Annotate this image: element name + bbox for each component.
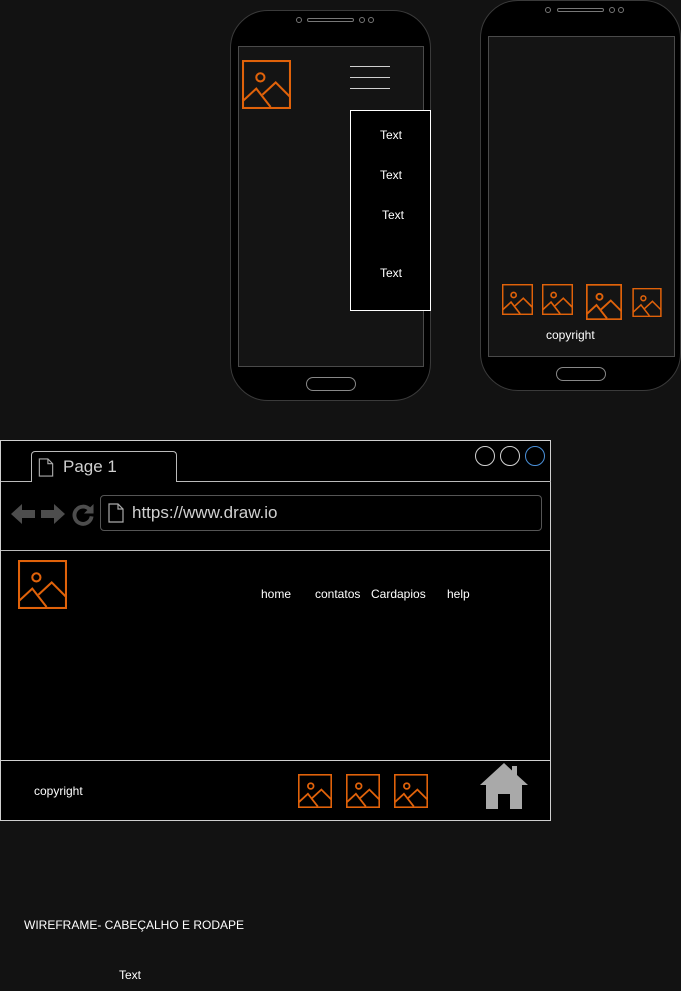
phone-sensor	[359, 17, 365, 23]
nav-link-contatos[interactable]: contatos	[315, 587, 360, 601]
footer-copyright: copyright	[34, 784, 83, 798]
page-icon	[38, 458, 54, 477]
toolbar-divider	[1, 550, 550, 551]
address-bar[interactable]: https://www.draw.io	[100, 495, 542, 531]
forward-arrow-icon[interactable]	[40, 503, 65, 525]
phone-speaker	[307, 18, 354, 22]
phone-camera	[545, 7, 551, 13]
back-arrow-icon[interactable]	[11, 503, 36, 525]
url-text: https://www.draw.io	[132, 503, 278, 522]
nav-link-cardapios[interactable]: Cardapios	[371, 587, 426, 601]
image-icon	[502, 284, 533, 315]
tab-page-1[interactable]: Page 1	[31, 451, 177, 482]
image-icon	[394, 774, 428, 808]
wireframe-title: WIREFRAME- CABEÇALHO E RODAPE	[24, 918, 245, 932]
window-close-button[interactable]	[525, 446, 545, 466]
phone-sensor-2	[618, 7, 624, 13]
image-icon	[242, 60, 291, 109]
mobile-copyright: copyright	[546, 328, 595, 342]
window-maximize-button[interactable]	[500, 446, 520, 466]
home-icon[interactable]	[479, 760, 529, 810]
browser-window: Page 1 https://www.draw.io home contatos…	[0, 440, 551, 821]
window-minimize-button[interactable]	[475, 446, 495, 466]
menu-item[interactable]: Text	[380, 128, 402, 142]
phone-speaker	[557, 8, 604, 12]
phone-camera	[296, 17, 302, 23]
image-icon	[18, 560, 67, 609]
mobile-dropdown-menu: Text Text Text Text	[350, 110, 431, 311]
hamburger-menu-icon[interactable]	[350, 66, 390, 99]
refresh-icon[interactable]	[71, 503, 95, 526]
image-icon	[346, 774, 380, 808]
menu-item[interactable]: Text	[382, 208, 404, 222]
phone-sensor-2	[368, 17, 374, 23]
tab-bar-divider	[1, 481, 31, 482]
phone-home-button[interactable]	[306, 377, 356, 391]
footer-divider	[1, 760, 550, 761]
nav-link-help[interactable]: help	[447, 587, 470, 601]
menu-item[interactable]: Text	[380, 266, 402, 280]
tab-bar-divider	[176, 481, 551, 482]
image-icon	[542, 284, 573, 315]
image-icon	[586, 284, 622, 320]
caption-text: Text	[119, 968, 142, 982]
page-icon	[108, 503, 124, 523]
tab-label: Page 1	[63, 457, 117, 476]
image-icon	[298, 774, 332, 808]
nav-link-home[interactable]: home	[261, 587, 291, 601]
menu-item[interactable]: Text	[380, 168, 402, 182]
phone-home-button[interactable]	[556, 367, 606, 381]
phone-sensor	[609, 7, 615, 13]
image-icon	[632, 288, 662, 317]
